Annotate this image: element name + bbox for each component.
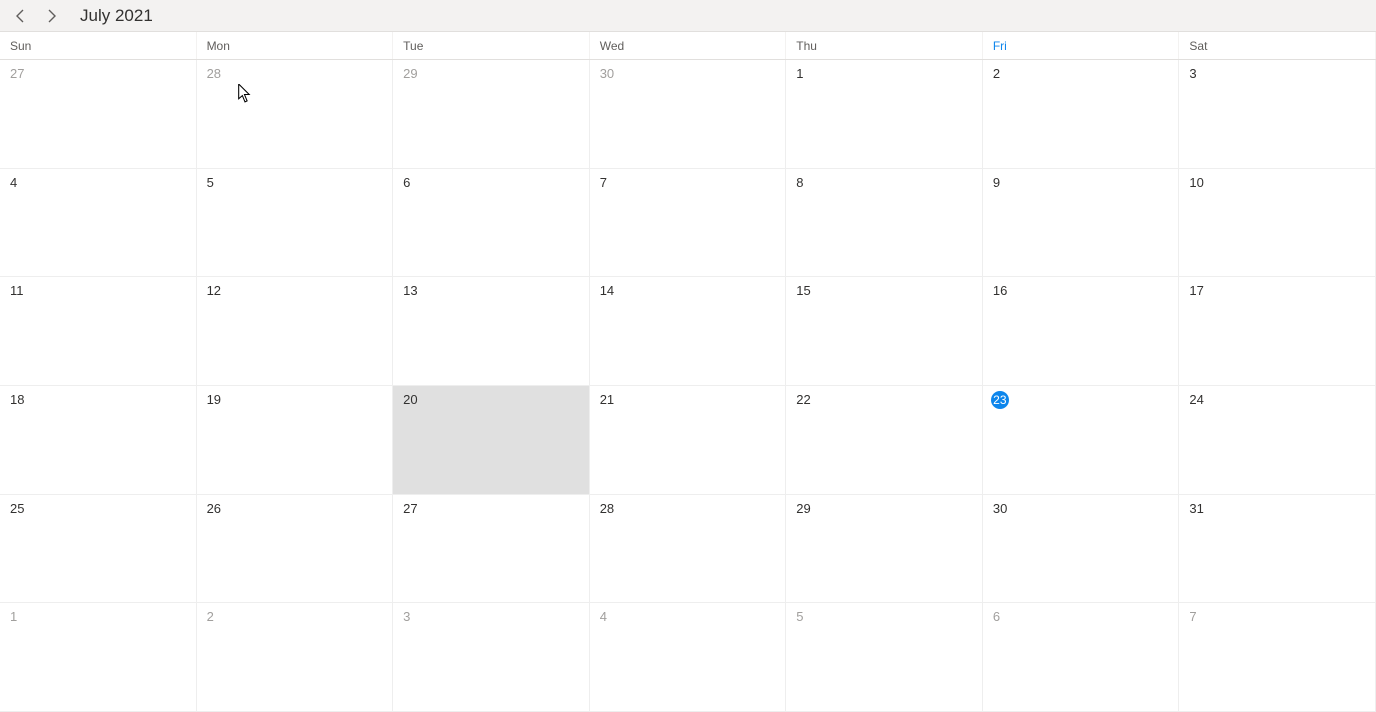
day-cell[interactable]: 23: [983, 386, 1180, 495]
day-cell[interactable]: 27: [393, 495, 590, 604]
day-cell[interactable]: 19: [197, 386, 394, 495]
day-number: 16: [993, 283, 1007, 298]
day-cell[interactable]: 3: [393, 603, 590, 712]
day-number: 3: [1189, 66, 1196, 81]
weekday-header-wed: Wed: [590, 32, 787, 59]
day-cell[interactable]: 12: [197, 277, 394, 386]
day-cell[interactable]: 3: [1179, 60, 1376, 169]
day-number: 22: [796, 392, 810, 407]
day-number: 7: [600, 175, 607, 190]
day-cell[interactable]: 4: [0, 169, 197, 278]
day-number: 29: [403, 66, 417, 81]
day-cell[interactable]: 31: [1179, 495, 1376, 604]
day-number: 11: [10, 283, 24, 298]
day-number: 3: [403, 609, 410, 624]
chevron-left-icon: [15, 9, 25, 23]
day-number: 20: [403, 392, 417, 407]
day-cell[interactable]: 5: [786, 603, 983, 712]
calendar-header: July 2021: [0, 0, 1376, 32]
day-number: 28: [600, 501, 614, 516]
day-cell[interactable]: 7: [590, 169, 787, 278]
day-number: 18: [10, 392, 24, 407]
day-cell[interactable]: 24: [1179, 386, 1376, 495]
weekday-header-mon: Mon: [197, 32, 394, 59]
day-cell[interactable]: 30: [590, 60, 787, 169]
day-cell[interactable]: 29: [786, 495, 983, 604]
day-cell[interactable]: 7: [1179, 603, 1376, 712]
day-number: 27: [403, 501, 417, 516]
day-number: 30: [993, 501, 1007, 516]
day-number: 4: [10, 175, 17, 190]
day-cell[interactable]: 16: [983, 277, 1180, 386]
day-number: 5: [796, 609, 803, 624]
day-number: 5: [207, 175, 214, 190]
day-cell[interactable]: 20: [393, 386, 590, 495]
day-cell[interactable]: 6: [983, 603, 1180, 712]
day-cell[interactable]: 6: [393, 169, 590, 278]
day-number: 23: [991, 391, 1009, 409]
day-cell[interactable]: 25: [0, 495, 197, 604]
next-month-button[interactable]: [36, 0, 68, 32]
day-cell[interactable]: 15: [786, 277, 983, 386]
day-cell[interactable]: 28: [590, 495, 787, 604]
day-cell[interactable]: 1: [0, 603, 197, 712]
day-number: 27: [10, 66, 24, 81]
day-number: 8: [796, 175, 803, 190]
day-cell[interactable]: 2: [983, 60, 1180, 169]
day-cell[interactable]: 5: [197, 169, 394, 278]
day-cell[interactable]: 14: [590, 277, 787, 386]
day-cell[interactable]: 18: [0, 386, 197, 495]
day-number: 24: [1189, 392, 1203, 407]
day-cell[interactable]: 28: [197, 60, 394, 169]
day-number: 6: [403, 175, 410, 190]
day-cell[interactable]: 10: [1179, 169, 1376, 278]
day-number: 30: [600, 66, 614, 81]
day-number: 29: [796, 501, 810, 516]
day-cell[interactable]: 2: [197, 603, 394, 712]
day-number: 17: [1189, 283, 1203, 298]
prev-month-button[interactable]: [4, 0, 36, 32]
day-number: 31: [1189, 501, 1203, 516]
day-cell[interactable]: 27: [0, 60, 197, 169]
day-number: 10: [1189, 175, 1203, 190]
month-year-title: July 2021: [80, 6, 153, 26]
day-number: 13: [403, 283, 417, 298]
day-cell[interactable]: 11: [0, 277, 197, 386]
calendar-grid: 2728293012345678910111213141516171819202…: [0, 60, 1376, 712]
day-number: 2: [207, 609, 214, 624]
day-cell[interactable]: 17: [1179, 277, 1376, 386]
day-cell[interactable]: 8: [786, 169, 983, 278]
weekday-header-fri: Fri: [983, 32, 1180, 59]
day-cell[interactable]: 9: [983, 169, 1180, 278]
weekday-header-row: SunMonTueWedThuFriSat: [0, 32, 1376, 60]
chevron-right-icon: [47, 9, 57, 23]
day-number: 2: [993, 66, 1000, 81]
day-number: 1: [10, 609, 17, 624]
day-cell[interactable]: 13: [393, 277, 590, 386]
day-number: 19: [207, 392, 221, 407]
day-number: 28: [207, 66, 221, 81]
day-number: 1: [796, 66, 803, 81]
day-cell[interactable]: 22: [786, 386, 983, 495]
day-cell[interactable]: 26: [197, 495, 394, 604]
day-cell[interactable]: 1: [786, 60, 983, 169]
day-number: 21: [600, 392, 614, 407]
day-cell[interactable]: 21: [590, 386, 787, 495]
day-number: 9: [993, 175, 1000, 190]
weekday-header-tue: Tue: [393, 32, 590, 59]
day-cell[interactable]: 30: [983, 495, 1180, 604]
day-number: 26: [207, 501, 221, 516]
day-number: 4: [600, 609, 607, 624]
weekday-header-sat: Sat: [1179, 32, 1376, 59]
day-number: 14: [600, 283, 614, 298]
weekday-header-thu: Thu: [786, 32, 983, 59]
day-cell[interactable]: 29: [393, 60, 590, 169]
day-number: 6: [993, 609, 1000, 624]
day-number: 7: [1189, 609, 1196, 624]
day-cell[interactable]: 4: [590, 603, 787, 712]
day-number: 25: [10, 501, 24, 516]
day-number: 15: [796, 283, 810, 298]
day-number: 12: [207, 283, 221, 298]
weekday-header-sun: Sun: [0, 32, 197, 59]
